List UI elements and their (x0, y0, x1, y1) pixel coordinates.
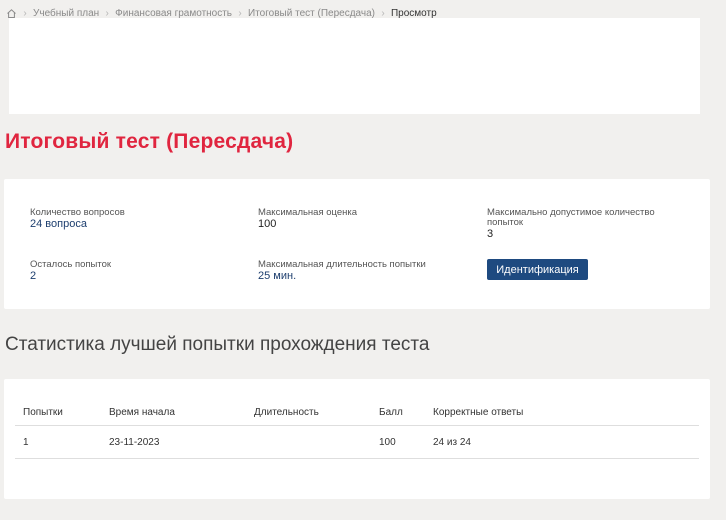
cell-score: 100 (371, 425, 425, 459)
test-info-card: Количество вопросов 24 вопроса Максималь… (4, 179, 710, 309)
home-icon[interactable] (6, 8, 17, 19)
breadcrumb-item-curriculum[interactable]: Учебный план (33, 8, 99, 19)
breadcrumb-current: Просмотр (390, 7, 437, 19)
cell-attempt: 1 (15, 425, 101, 459)
info-value: 25 мин. (258, 270, 297, 282)
chevron-right-icon: › (105, 7, 109, 19)
stats-table: Попытки Время начала Длительность Балл К… (15, 399, 699, 459)
column-header-correct-answers: Корректные ответы (425, 399, 699, 426)
cell-duration (246, 425, 371, 459)
banner-area (9, 18, 700, 114)
chevron-right-icon: › (238, 7, 242, 19)
info-max-score: Максимальная оценка 100 (258, 207, 458, 231)
column-header-score: Балл (371, 399, 425, 426)
column-header-duration: Длительность (246, 399, 371, 426)
chevron-right-icon: › (381, 7, 385, 19)
chevron-right-icon: › (23, 7, 27, 19)
identification-button[interactable]: Идентификация (487, 259, 588, 280)
column-header-attempts: Попытки (15, 399, 101, 426)
info-label: Максимально допустимое количество попыто… (487, 207, 655, 228)
info-label: Осталось попыток (30, 259, 112, 270)
info-duration: Максимальная длительность попытки 25 мин… (258, 259, 478, 283)
breadcrumb-item-test[interactable]: Итоговый тест (Пересдача) (248, 8, 375, 19)
breadcrumb-item-course[interactable]: Финансовая грамотность (115, 8, 232, 19)
info-value: 100 (258, 218, 277, 230)
page-title: Итоговый тест (Пересдача) (5, 130, 294, 153)
cell-start-time: 23-11-2023 (101, 425, 246, 459)
column-header-start-time: Время начала (101, 399, 246, 426)
table-row: 1 23-11-2023 100 24 из 24 (15, 425, 699, 459)
info-label: Количество вопросов (30, 207, 125, 218)
info-max-attempts: Максимально допустимое количество попыто… (487, 207, 687, 241)
info-value: 3 (487, 228, 494, 240)
cell-correct-answers: 24 из 24 (425, 425, 699, 459)
info-remaining: Осталось попыток 2 (30, 259, 230, 283)
info-questions: Количество вопросов 24 вопроса (30, 207, 230, 231)
stats-card: Попытки Время начала Длительность Балл К… (4, 379, 710, 499)
info-label: Максимальная длительность попытки (258, 259, 426, 270)
table-header-row: Попытки Время начала Длительность Балл К… (15, 399, 699, 426)
info-value: 24 вопроса (30, 218, 87, 230)
info-label: Максимальная оценка (258, 207, 358, 218)
stats-section-title: Статистика лучшей попытки прохождения те… (5, 334, 430, 355)
info-value: 2 (30, 270, 37, 282)
